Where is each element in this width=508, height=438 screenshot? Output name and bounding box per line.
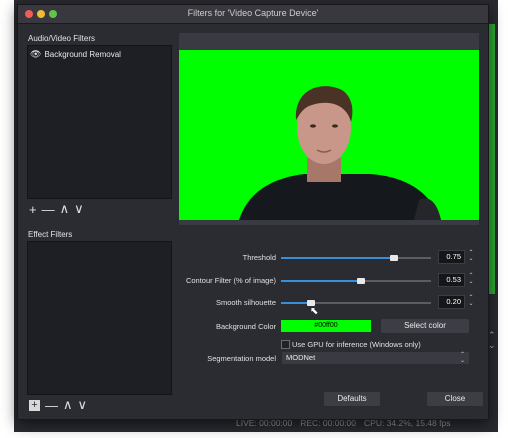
filters-dialog: Filters for 'Video Capture Device' Audio…: [17, 4, 489, 420]
move-effect-down-icon[interactable]: ∨: [78, 397, 88, 413]
add-filter-icon[interactable]: +: [29, 202, 37, 217]
threshold-stepper-icon[interactable]: ⌃ ⌄: [466, 250, 476, 264]
audio-video-filters-label: Audio/Video Filters: [28, 34, 95, 43]
contour-filter-slider[interactable]: [281, 278, 431, 284]
contour-slider-handle[interactable]: [356, 278, 365, 284]
contour-filter-label: Contour Filter (% of image): [185, 276, 276, 285]
segmentation-model-label: Segmentation model: [207, 354, 276, 363]
dropdown-chevron-icon: ⌃ ⌄: [459, 352, 465, 364]
smooth-silhouette-label: Smooth silhouette: [215, 298, 276, 307]
use-gpu-label: Use GPU for inference (Windows only): [292, 340, 421, 349]
effect-filter-list: [27, 241, 172, 395]
smooth-stepper-icon[interactable]: ⌃ ⌄: [466, 295, 476, 309]
filter-item-label: Background Removal: [44, 49, 121, 59]
move-up-icon[interactable]: ∧: [60, 201, 70, 217]
background-color-swatch: #00ff00: [281, 320, 371, 332]
move-effect-up-icon[interactable]: ∧: [63, 397, 73, 413]
segmentation-model-value: MODNet: [286, 353, 316, 362]
title-bar: Filters for 'Video Capture Device': [18, 5, 488, 24]
threshold-slider-fill: [281, 257, 394, 259]
effect-filter-controls: + — ∧ ∨: [29, 397, 87, 413]
contour-filter-value[interactable]: 0.53: [438, 273, 465, 287]
threshold-slider-handle[interactable]: [389, 255, 398, 261]
remove-effect-icon[interactable]: —: [45, 398, 58, 413]
defaults-button[interactable]: Defaults: [323, 391, 381, 407]
add-effect-icon[interactable]: +: [29, 399, 40, 411]
effect-filters-label: Effect Filters: [28, 230, 73, 239]
audio-video-filter-controls: + — ∧ ∨: [29, 201, 84, 217]
threshold-label: Threshold: [242, 253, 276, 262]
audio-video-filter-list: 👁 Background Removal: [27, 45, 172, 199]
select-color-button[interactable]: Select color: [380, 318, 470, 334]
window-title: Filters for 'Video Capture Device': [187, 8, 319, 18]
move-down-icon[interactable]: ∨: [74, 201, 84, 217]
threshold-slider[interactable]: [281, 255, 431, 261]
contour-stepper-icon[interactable]: ⌃ ⌄: [466, 273, 476, 287]
use-gpu-checkbox[interactable]: [281, 340, 290, 349]
close-button[interactable]: Close: [426, 391, 484, 407]
person-silhouette: [239, 86, 441, 220]
mouse-cursor-icon: ⬉: [310, 306, 319, 317]
threshold-value[interactable]: 0.75: [438, 250, 465, 264]
remove-filter-icon[interactable]: —: [42, 202, 55, 217]
eye-icon[interactable]: 👁: [30, 49, 41, 60]
background-color-label: Background Color: [215, 322, 276, 331]
video-preview: [179, 50, 479, 220]
contour-slider-fill: [281, 280, 361, 282]
background-spin-arrows: ⌃ ⌄: [488, 330, 496, 350]
segmentation-model-select[interactable]: MODNet ⌃ ⌄: [281, 351, 470, 365]
smooth-silhouette-value[interactable]: 0.20: [438, 295, 465, 309]
filter-item-background-removal[interactable]: 👁 Background Removal: [30, 48, 163, 60]
smooth-silhouette-slider[interactable]: [281, 300, 431, 306]
